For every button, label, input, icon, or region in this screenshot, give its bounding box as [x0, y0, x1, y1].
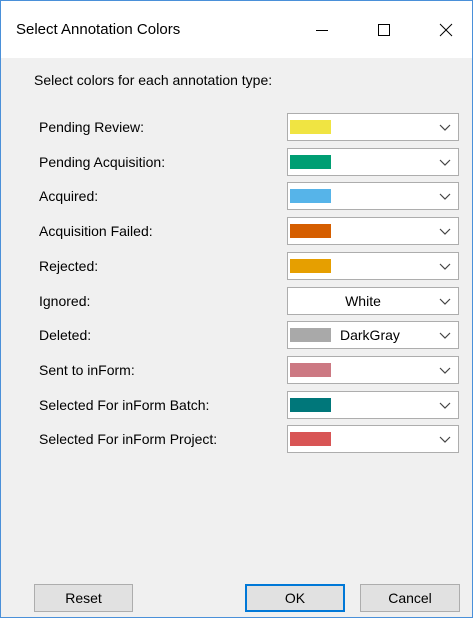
chevron-down-icon[interactable] — [438, 328, 452, 342]
color-swatch — [290, 363, 331, 377]
color-swatch — [290, 259, 331, 273]
chevron-down-icon[interactable] — [438, 259, 452, 273]
cancel-button[interactable]: Cancel — [360, 584, 460, 612]
chevron-down-icon[interactable] — [438, 432, 452, 446]
color-dropdown[interactable] — [287, 252, 459, 280]
chevron-down-icon[interactable] — [438, 155, 452, 169]
color-swatch — [290, 328, 331, 342]
color-name: DarkGray — [340, 327, 400, 343]
title-bar[interactable]: Select Annotation Colors — [1, 1, 472, 58]
annotation-type-label: Sent to inForm: — [39, 362, 135, 378]
annotation-type-label: Pending Acquisition: — [39, 154, 166, 170]
chevron-down-icon[interactable] — [438, 189, 452, 203]
reset-button[interactable]: Reset — [34, 584, 133, 612]
chevron-down-icon[interactable] — [438, 363, 452, 377]
color-swatch — [290, 189, 331, 203]
annotation-type-label: Selected For inForm Project: — [39, 431, 218, 447]
dialog-window: Select Annotation Colors Select colors f… — [0, 0, 473, 618]
color-name: White — [345, 293, 381, 309]
maximize-icon — [378, 23, 390, 36]
color-dropdown[interactable]: DarkGray — [287, 321, 459, 349]
minimize-icon — [316, 29, 328, 31]
minimize-button[interactable] — [291, 1, 353, 58]
annotation-type-label: Ignored: — [39, 293, 91, 309]
close-button[interactable] — [415, 1, 472, 58]
color-swatch — [290, 432, 331, 446]
close-icon — [439, 23, 453, 36]
chevron-down-icon[interactable] — [438, 120, 452, 134]
chevron-down-icon[interactable] — [438, 294, 452, 308]
maximize-button[interactable] — [353, 1, 415, 58]
instruction-text: Select colors for each annotation type: — [34, 72, 273, 88]
annotation-type-label: Acquired: — [39, 188, 99, 204]
color-dropdown[interactable]: White — [287, 287, 459, 315]
window-title: Select Annotation Colors — [16, 21, 181, 38]
color-dropdown[interactable] — [287, 217, 459, 245]
color-swatch — [290, 155, 331, 169]
color-swatch — [290, 398, 331, 412]
annotation-type-label: Selected For inForm Batch: — [39, 397, 210, 413]
color-dropdown[interactable] — [287, 391, 459, 419]
annotation-type-label: Acquisition Failed: — [39, 223, 153, 239]
color-dropdown[interactable] — [287, 113, 459, 141]
annotation-type-label: Pending Review: — [39, 119, 145, 135]
color-dropdown[interactable] — [287, 182, 459, 210]
annotation-type-label: Rejected: — [39, 258, 99, 274]
annotation-type-label: Deleted: — [39, 327, 92, 343]
chevron-down-icon[interactable] — [438, 398, 452, 412]
ok-button[interactable]: OK — [245, 584, 345, 612]
chevron-down-icon[interactable] — [438, 224, 452, 238]
color-swatch — [290, 120, 331, 134]
color-dropdown[interactable] — [287, 425, 459, 453]
color-dropdown[interactable] — [287, 356, 459, 384]
color-swatch — [290, 224, 331, 238]
color-dropdown[interactable] — [287, 148, 459, 176]
